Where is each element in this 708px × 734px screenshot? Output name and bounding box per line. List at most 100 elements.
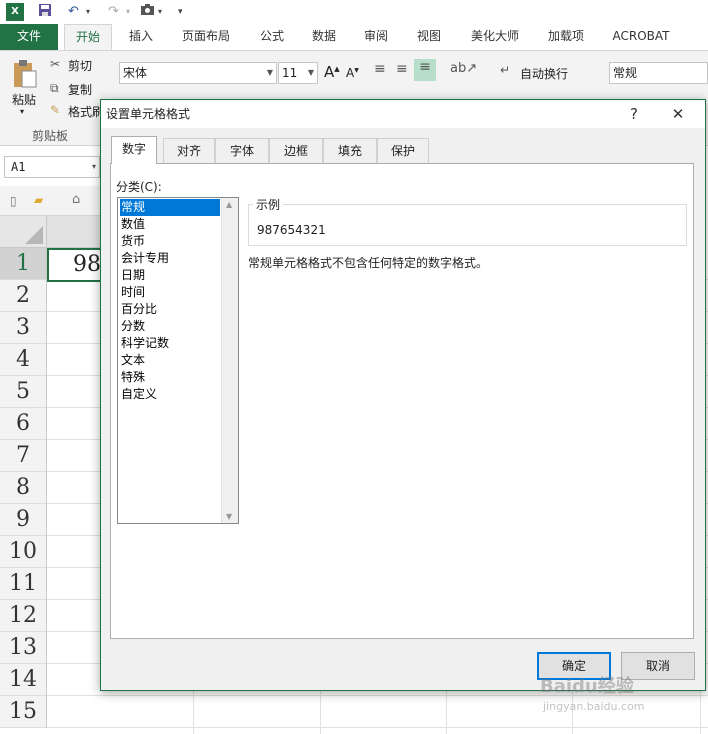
row-header[interactable]: 2 <box>0 280 47 312</box>
chevron-down-icon: ▼ <box>266 68 273 77</box>
tab-addins[interactable]: 加载项 <box>538 24 594 50</box>
camera-dropdown-icon[interactable]: ▾ <box>158 3 168 21</box>
category-item[interactable]: 科学记数 <box>120 335 220 352</box>
paste-button[interactable]: 粘贴 <box>12 91 36 108</box>
category-item[interactable]: 日期 <box>120 267 220 284</box>
grow-font-icon[interactable]: A▲ <box>324 63 340 81</box>
row-header[interactable]: 4 <box>0 344 47 376</box>
tab-view[interactable]: 视图 <box>407 24 451 50</box>
scroll-up-icon[interactable]: ▲ <box>226 200 232 209</box>
font-size-combo[interactable]: 11 ▼ <box>278 62 318 84</box>
name-box[interactable]: A1 <box>4 156 100 178</box>
category-item[interactable]: 数值 <box>120 216 220 233</box>
font-size-value: 11 <box>282 66 298 80</box>
format-painter-icon: ✎ <box>50 103 61 117</box>
home-icon[interactable]: ⌂ <box>72 192 80 207</box>
column-header-a[interactable] <box>47 216 100 248</box>
watermark-url: jingyan.baidu.com <box>543 700 645 713</box>
tab-file[interactable]: 文件 <box>0 24 58 50</box>
row-header[interactable]: 6 <box>0 408 47 440</box>
chevron-down-icon: ▼ <box>307 68 314 77</box>
help-button[interactable]: ? <box>617 100 651 128</box>
wrap-text-button[interactable]: 自动换行 <box>520 65 568 82</box>
row-header[interactable]: 11 <box>0 568 47 600</box>
tab-data[interactable]: 数据 <box>302 24 346 50</box>
category-item[interactable]: 货币 <box>120 233 220 250</box>
category-item[interactable]: 百分比 <box>120 301 220 318</box>
tab-border[interactable]: 边框 <box>269 138 323 163</box>
format-cells-dialog: 设置单元格格式 ? ✕ 数字 对齐 字体 边框 填充 保护 分类(C): 常规数… <box>100 99 706 691</box>
wrap-text-icon: ↵ <box>500 63 511 77</box>
paste-icon[interactable] <box>10 59 38 91</box>
tab-insert[interactable]: 插入 <box>118 24 164 50</box>
row-header[interactable]: 13 <box>0 632 47 664</box>
tab-protection[interactable]: 保护 <box>377 138 429 163</box>
customize-qat-icon[interactable]: ▾ <box>178 3 188 21</box>
tab-alignment[interactable]: 对齐 <box>163 138 215 163</box>
cut-button[interactable]: 剪切 <box>68 57 92 74</box>
redo-dropdown-icon[interactable]: ▾ <box>126 3 136 21</box>
orientation-icon[interactable]: ab↗ <box>450 61 477 76</box>
tab-page-layout[interactable]: 页面布局 <box>172 24 240 50</box>
font-name-combo[interactable]: 宋体 ▼ <box>119 62 277 84</box>
align-top-icon[interactable]: ≡ <box>374 61 386 77</box>
new-file-icon[interactable]: ▯ <box>10 194 17 208</box>
copy-button[interactable]: 复制 <box>68 81 92 98</box>
category-listbox[interactable]: 常规 数值 货币 会计专用 日期 时间 百分比 分数 科学记数 文本 特殊 自定义 ▲ ▼ <box>117 197 239 524</box>
ribbon-tabs: 文件 开始 插入 页面布局 公式 数据 审阅 视图 美化大师 加载项 ACROB… <box>0 24 708 50</box>
row-header[interactable]: 15 <box>0 696 47 728</box>
format-painter-button[interactable]: 格式刷 <box>68 103 104 120</box>
cell-a1[interactable]: 98 <box>47 248 107 282</box>
dialog-title: 设置单元格格式 <box>101 100 705 128</box>
category-item[interactable]: 文本 <box>120 352 220 369</box>
tab-formulas[interactable]: 公式 <box>250 24 294 50</box>
paste-dropdown-icon[interactable]: ▾ <box>20 107 24 116</box>
copy-icon: ⧉ <box>50 81 59 95</box>
category-item[interactable]: 会计专用 <box>120 250 220 267</box>
row-header[interactable]: 14 <box>0 664 47 696</box>
row-header[interactable]: 8 <box>0 472 47 504</box>
row-header[interactable]: 5 <box>0 376 47 408</box>
category-item[interactable]: 分数 <box>120 318 220 335</box>
row-header[interactable]: 10 <box>0 536 47 568</box>
category-label: 分类(C): <box>116 180 162 194</box>
clipboard-group-label: 剪贴板 <box>32 129 69 143</box>
camera-icon[interactable] <box>140 3 156 21</box>
watermark-logo: Baidu经验 <box>540 676 634 697</box>
category-item[interactable]: 特殊 <box>120 369 220 386</box>
category-item[interactable]: 自定义 <box>120 386 220 403</box>
align-middle-icon[interactable]: ≡ <box>396 61 408 77</box>
category-item[interactable]: 时间 <box>120 284 220 301</box>
row-header[interactable]: 3 <box>0 312 47 344</box>
tab-acrobat[interactable]: ACROBAT <box>604 24 678 50</box>
number-format-combo[interactable]: 常规 <box>609 62 708 84</box>
row-header[interactable]: 9 <box>0 504 47 536</box>
sample-label: 示例 <box>253 196 284 213</box>
chevron-down-icon[interactable]: ▾ <box>92 162 96 171</box>
format-description: 常规单元格格式不包含任何特定的数字格式。 <box>248 256 489 270</box>
scroll-down-icon[interactable]: ▼ <box>226 512 232 521</box>
align-bottom-icon[interactable]: ≡ <box>414 59 436 81</box>
undo-icon[interactable]: ↶ <box>68 3 84 21</box>
row-header[interactable]: 7 <box>0 440 47 472</box>
tab-home[interactable]: 开始 <box>64 24 112 50</box>
tab-fill[interactable]: 填充 <box>323 138 377 163</box>
scissors-icon: ✂ <box>50 57 61 71</box>
redo-icon[interactable]: ↷ <box>108 3 124 21</box>
tab-beautify-master[interactable]: 美化大师 <box>462 24 528 50</box>
close-icon[interactable]: ✕ <box>661 100 695 128</box>
tab-review[interactable]: 审阅 <box>354 24 398 50</box>
row-header[interactable]: 12 <box>0 600 47 632</box>
undo-dropdown-icon[interactable]: ▾ <box>86 3 96 21</box>
number-format-value: 常规 <box>613 66 638 80</box>
select-all-corner[interactable] <box>0 216 47 248</box>
category-scrollbar[interactable]: ▲ ▼ <box>221 198 238 523</box>
tab-font[interactable]: 字体 <box>215 138 269 163</box>
shrink-font-icon[interactable]: A▼ <box>346 66 359 80</box>
tab-number[interactable]: 数字 <box>111 136 157 164</box>
excel-logo-icon: X <box>6 3 24 21</box>
category-item[interactable]: 常规 <box>120 199 220 216</box>
folder-icon[interactable]: ▰ <box>34 193 43 207</box>
save-icon[interactable] <box>38 3 54 21</box>
row-header[interactable]: 1 <box>0 248 47 280</box>
